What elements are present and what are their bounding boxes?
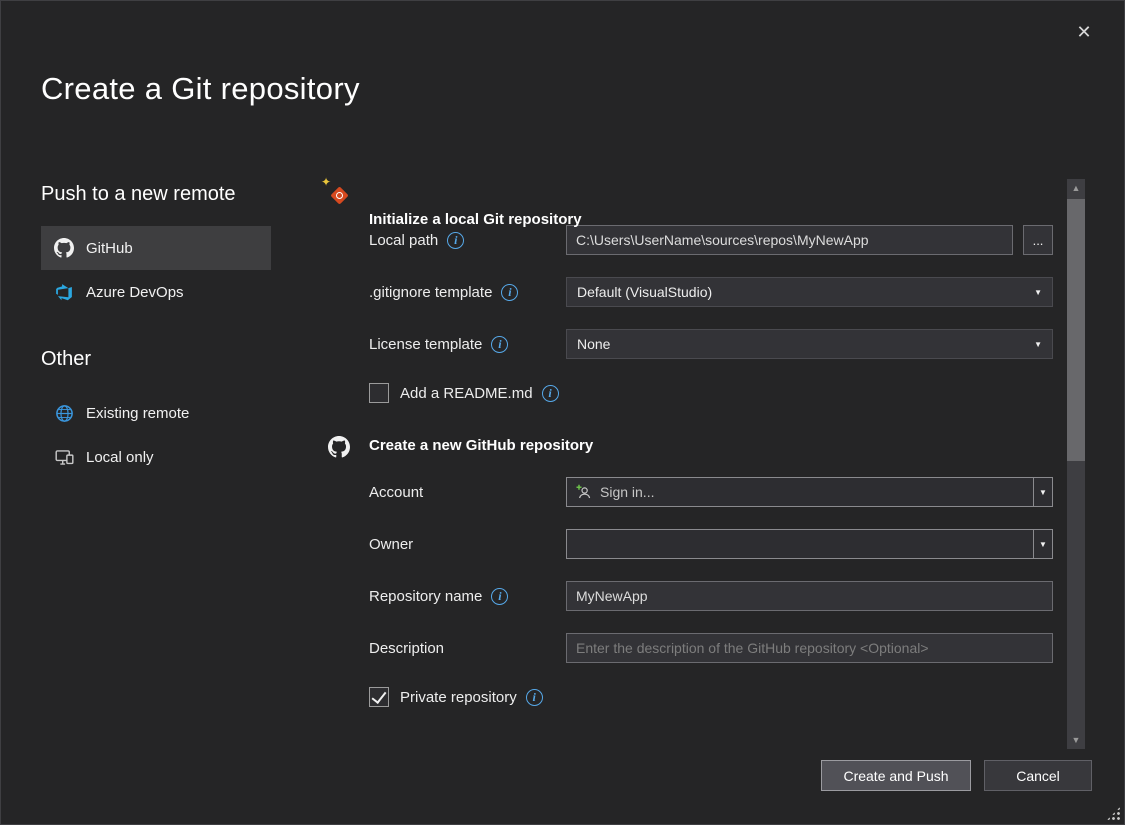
github-section-rows: Account Sign in... ▼ Owner ▼ — [369, 477, 1053, 709]
owner-label: Owner — [369, 536, 413, 553]
azure-devops-icon — [54, 282, 74, 302]
gitignore-label: .gitignore template — [369, 284, 492, 301]
github-section-title: Create a new GitHub repository — [369, 433, 1053, 459]
info-icon — [491, 336, 508, 353]
sidebar-item-label: Existing remote — [86, 405, 189, 422]
push-remote-heading: Push to a new remote — [41, 183, 271, 206]
chevron-down-icon[interactable]: ▼ — [1033, 478, 1052, 506]
init-section-header: ✦ Initialize a local Git repository — [326, 181, 1053, 207]
init-section-rows: Local path ... .gitignore template Defau… — [369, 225, 1053, 405]
gitignore-dropdown[interactable]: Default (VisualStudio) ▼ — [566, 277, 1053, 307]
license-value: None — [577, 336, 610, 352]
sidebar: Push to a new remote GitHub Azure DevOps… — [41, 183, 271, 479]
account-combo[interactable]: Sign in... ▼ — [566, 477, 1053, 507]
init-section-title: Initialize a local Git repository — [369, 207, 1053, 233]
repo-name-label: Repository name — [369, 588, 482, 605]
sparkle-icon: ✦ — [321, 175, 331, 189]
license-dropdown[interactable]: None ▼ — [566, 329, 1053, 359]
owner-row: Owner ▼ — [369, 529, 1053, 559]
cancel-button[interactable]: Cancel — [984, 760, 1092, 791]
account-row: Account Sign in... ▼ — [369, 477, 1053, 507]
account-label: Account — [369, 484, 423, 501]
main-panel: ✦ Initialize a local Git repository Loca… — [326, 181, 1053, 731]
github-icon — [326, 434, 352, 460]
account-value: Sign in... — [600, 484, 654, 500]
info-icon — [542, 385, 559, 402]
sidebar-item-local-only[interactable]: Local only — [41, 435, 271, 479]
github-section-header: Create a new GitHub repository — [326, 433, 1053, 459]
close-icon[interactable]: ✕ — [1066, 17, 1102, 47]
page-title: Create a Git repository — [41, 71, 360, 107]
add-user-icon — [576, 484, 592, 500]
description-input[interactable] — [566, 633, 1053, 663]
footer-buttons: Create and Push Cancel — [821, 760, 1092, 791]
private-repo-row: Private repository — [369, 685, 1053, 709]
chevron-down-icon: ▼ — [1034, 340, 1042, 349]
scrollbar-thumb[interactable] — [1067, 199, 1085, 461]
license-row: License template None ▼ — [369, 329, 1053, 359]
scroll-up-icon[interactable]: ▲ — [1067, 179, 1085, 197]
local-path-label: Local path — [369, 232, 438, 249]
globe-icon — [54, 403, 74, 423]
scrollbar[interactable]: ▲ ▼ — [1067, 179, 1085, 749]
computer-icon — [54, 447, 74, 467]
private-repo-label: Private repository — [400, 689, 517, 706]
info-icon — [447, 232, 464, 249]
gitignore-value: Default (VisualStudio) — [577, 284, 712, 300]
git-init-icon: ✦ — [326, 182, 352, 208]
description-row: Description — [369, 633, 1053, 663]
sidebar-item-azure-devops[interactable]: Azure DevOps — [41, 270, 271, 314]
create-and-push-button[interactable]: Create and Push — [821, 760, 971, 791]
gitignore-row: .gitignore template Default (VisualStudi… — [369, 277, 1053, 307]
readme-row: Add a README.md — [369, 381, 1053, 405]
github-icon — [54, 238, 74, 258]
owner-combo[interactable]: ▼ — [566, 529, 1053, 559]
info-icon — [491, 588, 508, 605]
other-heading: Other — [41, 348, 271, 371]
chevron-down-icon[interactable]: ▼ — [1033, 530, 1052, 558]
license-label: License template — [369, 336, 482, 353]
readme-checkbox[interactable] — [369, 383, 389, 403]
sidebar-item-github[interactable]: GitHub — [41, 226, 271, 270]
description-label: Description — [369, 640, 444, 657]
scroll-down-icon[interactable]: ▼ — [1067, 731, 1085, 749]
sidebar-item-label: Azure DevOps — [86, 284, 184, 301]
repo-name-row: Repository name — [369, 581, 1053, 611]
readme-label: Add a README.md — [400, 385, 533, 402]
repo-name-input[interactable] — [566, 581, 1053, 611]
sidebar-item-label: GitHub — [86, 240, 133, 257]
chevron-down-icon: ▼ — [1034, 288, 1042, 297]
sidebar-item-label: Local only — [86, 449, 154, 466]
info-icon — [526, 689, 543, 706]
sidebar-item-existing-remote[interactable]: Existing remote — [41, 391, 271, 435]
private-repo-checkbox[interactable] — [369, 687, 389, 707]
resize-grip[interactable] — [1106, 806, 1121, 821]
info-icon — [501, 284, 518, 301]
